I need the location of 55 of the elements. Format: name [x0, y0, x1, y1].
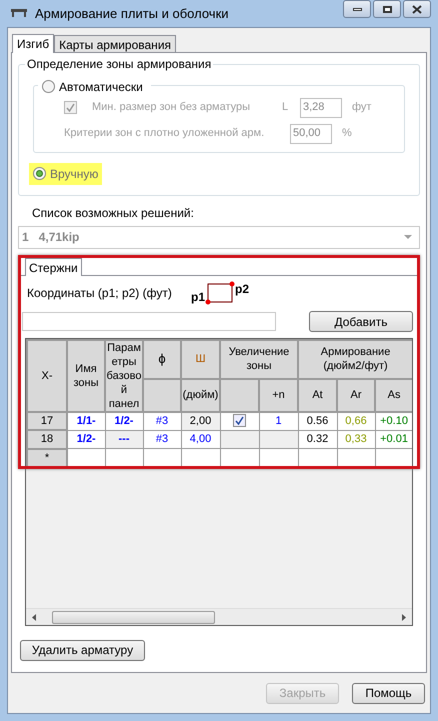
length-symbol: L: [282, 100, 290, 116]
p1-label: p1: [191, 288, 206, 306]
delete-button[interactable]: Удалить арматуру: [20, 640, 145, 660]
tab[interactable]: Стержни: [25, 258, 82, 276]
radio-button[interactable]: [33, 167, 46, 180]
slab-icon: [11, 8, 27, 18]
group-title: Определение зоны армирования: [25, 56, 214, 70]
column-header: As: [375, 378, 412, 412]
solutions-label: Список возможных решений:: [32, 204, 195, 222]
column-header: X-: [27, 340, 67, 412]
radio-option[interactable]: Вручную: [29, 162, 102, 184]
radio-label: Вручную: [50, 166, 98, 182]
minimize-button[interactable]: [343, 0, 371, 18]
add-button[interactable]: Добавить: [309, 311, 413, 332]
column-header: Параметры базовой панел: [105, 340, 143, 412]
table-cell: 1/2-: [67, 430, 105, 448]
tab[interactable]: Карты армирования: [54, 34, 176, 52]
row-header[interactable]: 18: [27, 430, 67, 448]
scroll-left-icon[interactable]: [32, 614, 36, 620]
unit-label: фут: [352, 100, 372, 116]
scroll-right-icon[interactable]: [402, 614, 406, 620]
coords-field[interactable]: [22, 312, 276, 331]
table-cell: #3: [143, 430, 181, 448]
tab[interactable]: Изгиб: [12, 34, 54, 52]
option-label: Критерии зон с плотно уложенной арм.: [64, 126, 266, 142]
caret-icon: [404, 235, 412, 239]
close-button[interactable]: [403, 0, 431, 18]
column-header: At: [298, 378, 338, 412]
p2-label: p2: [235, 280, 250, 298]
checkbox[interactable]: [233, 414, 246, 428]
table-cell: 0,33: [337, 430, 376, 448]
column-header: Имя зоны: [67, 340, 105, 412]
column-header: +n: [259, 378, 298, 412]
table-cell: +0.01: [375, 430, 412, 448]
maximize-button[interactable]: [373, 0, 401, 18]
horizontal-scrollbar[interactable]: [26, 608, 412, 625]
column-header: ϕ: [143, 340, 181, 379]
radio-label: Автоматически: [59, 78, 143, 96]
column-header: Ar: [337, 378, 376, 412]
dialog-button[interactable]: Помощь: [352, 682, 425, 704]
option-label: Мин. размер зон без арматуры: [92, 100, 252, 116]
column-header: Ш: [181, 340, 220, 379]
table-cell: 0.32: [298, 430, 338, 448]
table-cell: 4,00: [181, 430, 220, 448]
table-cell: ---: [105, 430, 143, 448]
close-icon: [412, 4, 422, 14]
column-header: (дюйм): [181, 378, 220, 412]
column-header: Увеличение зоны: [220, 340, 298, 379]
window-title: Армирование плиты и оболочки: [35, 4, 229, 23]
rectangle-diagram-icon: [205, 280, 236, 304]
radio-button[interactable]: [42, 80, 55, 93]
unit-label: %: [342, 126, 352, 142]
coords-label: Координаты (p1; p2) (фут): [27, 284, 173, 302]
column-header: Армирование (дюйм2/фут): [298, 340, 412, 379]
radio-option[interactable]: Автоматически: [38, 76, 147, 98]
